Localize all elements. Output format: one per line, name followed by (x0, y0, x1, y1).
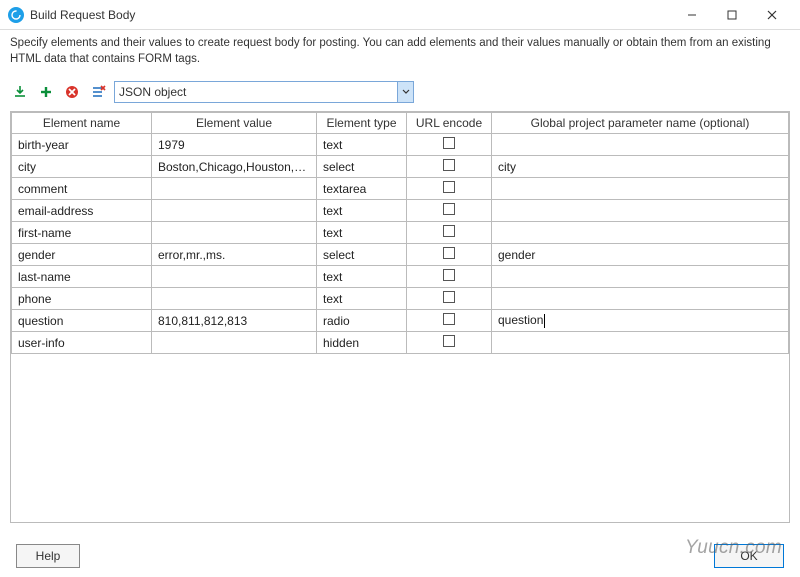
cell-value[interactable]: 1979 (152, 134, 317, 156)
description-text: Specify elements and their values to cre… (0, 30, 800, 77)
cell-type[interactable]: text (317, 222, 407, 244)
cell-type[interactable]: text (317, 200, 407, 222)
checkbox-icon[interactable] (443, 225, 455, 237)
table-row[interactable]: birth-year1979text (12, 134, 789, 156)
cell-name[interactable]: comment (12, 178, 152, 200)
col-global-param[interactable]: Global project parameter name (optional) (492, 113, 789, 134)
cell-type[interactable]: text (317, 266, 407, 288)
col-element-name[interactable]: Element name (12, 113, 152, 134)
app-icon (8, 7, 24, 23)
cell-url-encode[interactable] (407, 222, 492, 244)
cell-url-encode[interactable] (407, 200, 492, 222)
format-select[interactable]: JSON object (114, 81, 414, 103)
cell-value[interactable]: Boston,Chicago,Houston,Los A... (152, 156, 317, 178)
cell-url-encode[interactable] (407, 288, 492, 310)
cell-name[interactable]: birth-year (12, 134, 152, 156)
cell-type[interactable]: hidden (317, 332, 407, 354)
cell-value[interactable] (152, 332, 317, 354)
cell-url-encode[interactable] (407, 134, 492, 156)
clear-icon[interactable] (88, 82, 108, 102)
cell-type[interactable]: select (317, 244, 407, 266)
cell-global[interactable] (492, 134, 789, 156)
cell-url-encode[interactable] (407, 266, 492, 288)
format-select-label: JSON object (119, 85, 397, 99)
cell-url-encode[interactable] (407, 178, 492, 200)
cell-value[interactable]: error,mr.,ms. (152, 244, 317, 266)
chevron-down-icon (397, 82, 413, 102)
maximize-button[interactable] (712, 1, 752, 29)
cell-value[interactable] (152, 288, 317, 310)
cell-type[interactable]: text (317, 134, 407, 156)
dialog-footer: Help OK (0, 535, 800, 577)
elements-grid: Element name Element value Element type … (10, 111, 790, 523)
table-row[interactable]: user-info hidden (12, 332, 789, 354)
cell-type[interactable]: textarea (317, 178, 407, 200)
cell-global[interactable]: city (492, 156, 789, 178)
toolbar: JSON object (0, 77, 800, 111)
checkbox-icon[interactable] (443, 247, 455, 259)
cell-global[interactable] (492, 178, 789, 200)
cell-name[interactable]: first-name (12, 222, 152, 244)
minimize-button[interactable] (672, 1, 712, 29)
table-row[interactable]: comment textarea (12, 178, 789, 200)
help-button[interactable]: Help (16, 544, 80, 568)
checkbox-icon[interactable] (443, 159, 455, 171)
table-row[interactable]: phone text (12, 288, 789, 310)
cell-url-encode[interactable] (407, 156, 492, 178)
checkbox-icon[interactable] (443, 181, 455, 193)
remove-icon[interactable] (62, 82, 82, 102)
window-title: Build Request Body (30, 8, 672, 22)
ok-button[interactable]: OK (714, 544, 784, 568)
table-row[interactable]: question810,811,812,813radioquestion (12, 310, 789, 332)
cell-url-encode[interactable] (407, 310, 492, 332)
checkbox-icon[interactable] (443, 335, 455, 347)
table-row[interactable]: last-name text (12, 266, 789, 288)
cell-name[interactable]: user-info (12, 332, 152, 354)
grid-header-row: Element name Element value Element type … (12, 113, 789, 134)
cell-value[interactable] (152, 200, 317, 222)
cell-type[interactable]: radio (317, 310, 407, 332)
cell-name[interactable]: gender (12, 244, 152, 266)
cell-value[interactable] (152, 266, 317, 288)
cell-name[interactable]: last-name (12, 266, 152, 288)
col-url-encode[interactable]: URL encode (407, 113, 492, 134)
add-icon[interactable] (36, 82, 56, 102)
checkbox-icon[interactable] (443, 269, 455, 281)
cell-global[interactable] (492, 222, 789, 244)
cell-type[interactable]: text (317, 288, 407, 310)
cell-type[interactable]: select (317, 156, 407, 178)
cell-global[interactable] (492, 288, 789, 310)
cell-value[interactable]: 810,811,812,813 (152, 310, 317, 332)
titlebar: Build Request Body (0, 0, 800, 30)
close-button[interactable] (752, 1, 792, 29)
cell-global[interactable] (492, 200, 789, 222)
cell-global[interactable] (492, 266, 789, 288)
col-element-type[interactable]: Element type (317, 113, 407, 134)
checkbox-icon[interactable] (443, 313, 455, 325)
checkbox-icon[interactable] (443, 137, 455, 149)
cell-global[interactable]: gender (492, 244, 789, 266)
cell-value[interactable] (152, 178, 317, 200)
table-row[interactable]: first-name text (12, 222, 789, 244)
cell-name[interactable]: question (12, 310, 152, 332)
cell-name[interactable]: email-address (12, 200, 152, 222)
cell-name[interactable]: city (12, 156, 152, 178)
cell-global[interactable]: question (492, 310, 789, 332)
table-row[interactable]: gendererror,mr.,ms.selectgender (12, 244, 789, 266)
cell-value[interactable] (152, 222, 317, 244)
table-row[interactable]: email-address text (12, 200, 789, 222)
cell-url-encode[interactable] (407, 332, 492, 354)
table-row[interactable]: cityBoston,Chicago,Houston,Los A...selec… (12, 156, 789, 178)
window-controls (672, 1, 792, 29)
checkbox-icon[interactable] (443, 291, 455, 303)
cell-url-encode[interactable] (407, 244, 492, 266)
import-icon[interactable] (10, 82, 30, 102)
checkbox-icon[interactable] (443, 203, 455, 215)
cell-name[interactable]: phone (12, 288, 152, 310)
col-element-value[interactable]: Element value (152, 113, 317, 134)
cell-global[interactable] (492, 332, 789, 354)
